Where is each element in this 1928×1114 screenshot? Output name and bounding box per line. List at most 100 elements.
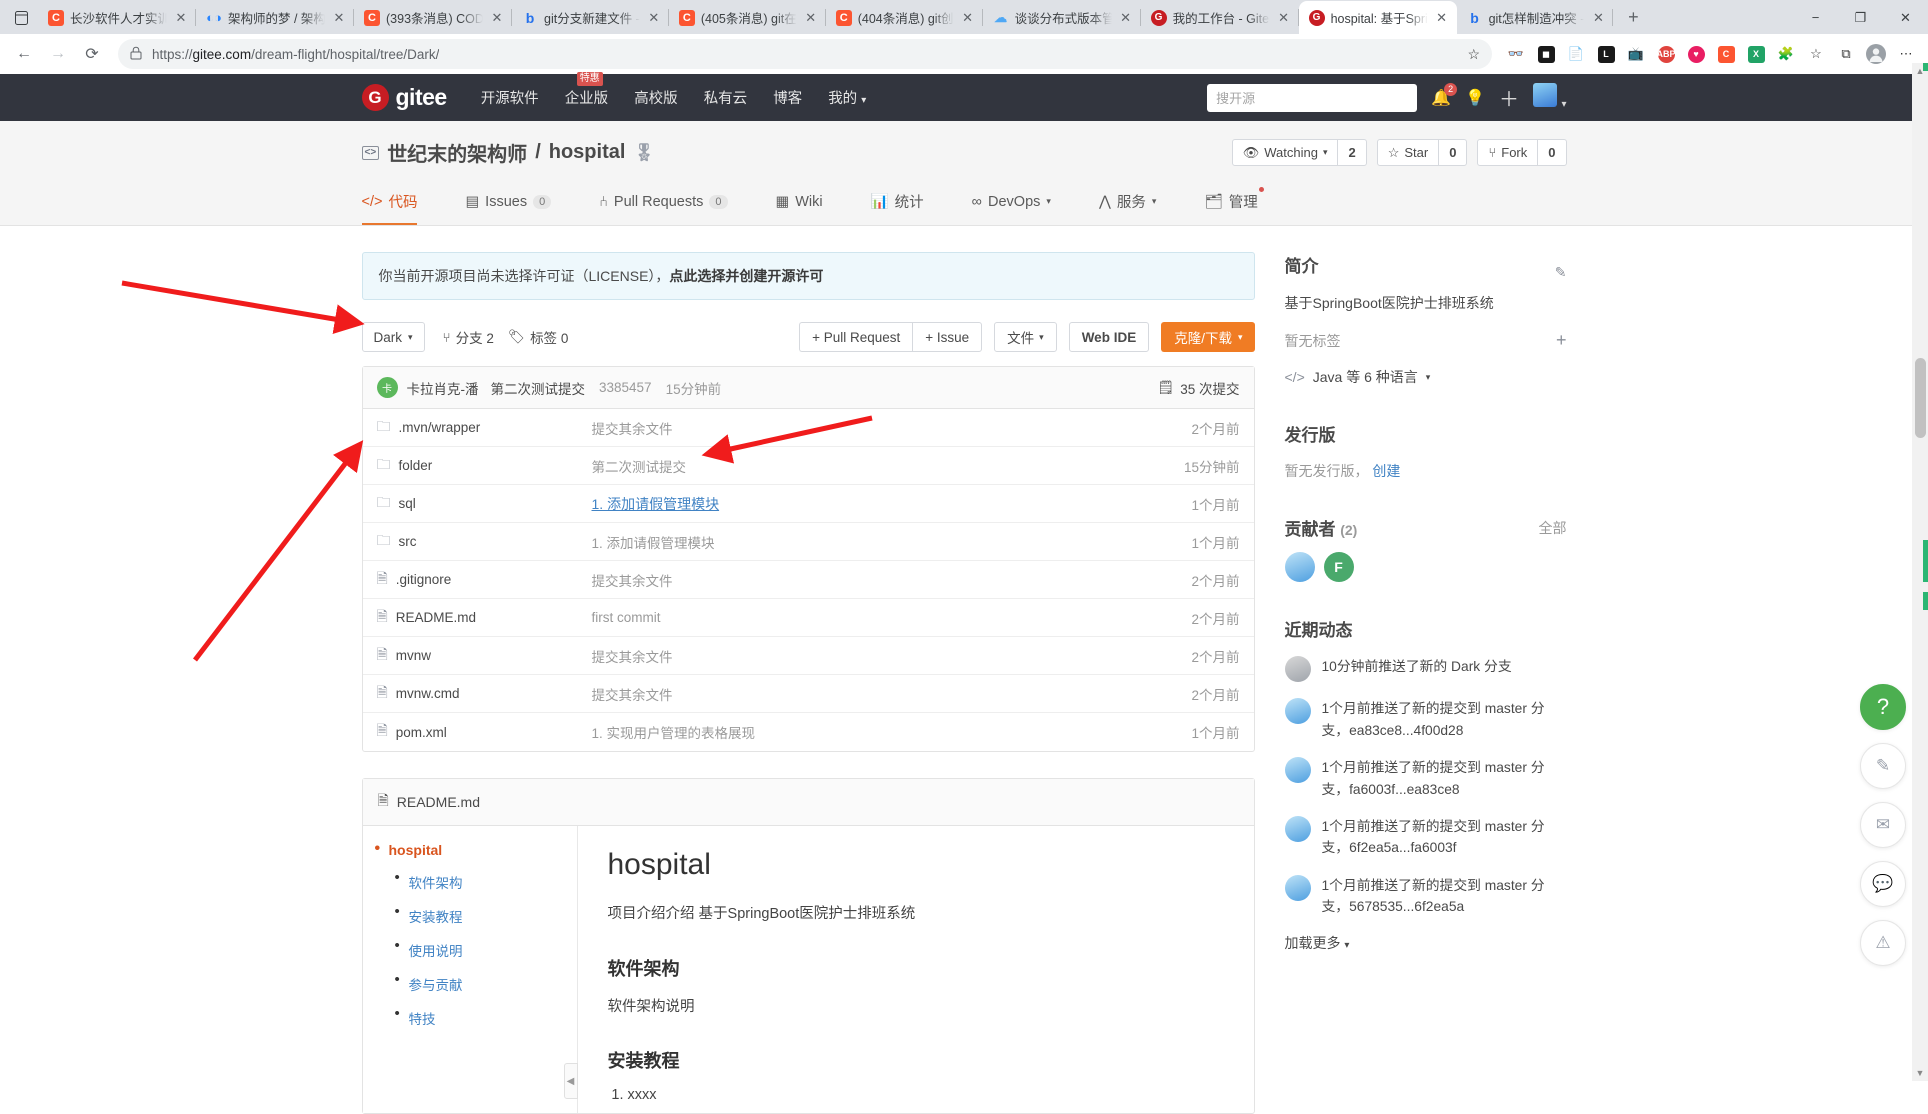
browser-tab[interactable]: C (404条消息) git创 ✕	[826, 1, 983, 34]
commit-count-link[interactable]: 🗒 35 次提交	[1157, 378, 1239, 398]
new-pull-request-button[interactable]: + Pull Request	[799, 322, 912, 352]
extension-csdn-icon[interactable]: C	[1712, 40, 1740, 68]
repo-name-link[interactable]: hospital	[549, 141, 626, 164]
add-collection-icon[interactable]: ⧉	[1832, 40, 1860, 68]
browser-tab[interactable]: b git分支新建文件 - ✕	[512, 1, 669, 34]
browser-tab[interactable]: C (405条消息) git在 ✕	[669, 1, 826, 34]
avatar[interactable]	[1285, 698, 1311, 724]
file-name-cell[interactable]: 🗎README.md	[377, 606, 592, 630]
toc-collapse-handle[interactable]: ◀	[564, 1063, 578, 1099]
extension-excel-icon[interactable]: X	[1742, 40, 1770, 68]
scroll-down-arrow[interactable]: ▼	[1914, 1068, 1926, 1078]
commit-sha[interactable]: 3385457	[599, 380, 652, 395]
watch-button-group[interactable]: 👁 Watching ▾ 2	[1232, 139, 1367, 166]
tab-search-icon[interactable]	[8, 5, 34, 31]
table-row[interactable]: 🗎README.md first commit 2个月前	[363, 599, 1254, 637]
toc-item-tricks[interactable]: 特技	[363, 1008, 577, 1028]
close-icon[interactable]: ✕	[960, 10, 976, 26]
tab-issues[interactable]: ▤ Issues 0	[465, 179, 551, 225]
commit-message[interactable]: 第二次测试提交	[491, 378, 586, 398]
table-row[interactable]: 🗀src 1. 添加请假管理模块 1个月前	[363, 523, 1254, 561]
tab-code[interactable]: </> 代码	[362, 179, 418, 225]
create-release-link[interactable]: 创建	[1372, 463, 1400, 479]
tags-link[interactable]: 🏷 标签 0	[508, 327, 568, 347]
tab-statistics[interactable]: 📊 统计	[871, 179, 924, 225]
toc-item-install[interactable]: 安装教程	[363, 906, 577, 926]
close-icon[interactable]: ✕	[1276, 10, 1292, 26]
extension-eyes-icon[interactable]: 👓	[1502, 40, 1530, 68]
web-ide-button[interactable]: Web IDE	[1069, 322, 1150, 352]
maximize-button[interactable]: ❐	[1838, 1, 1883, 34]
watch-button[interactable]: 👁 Watching ▾	[1233, 140, 1339, 165]
close-icon[interactable]: ✕	[1434, 10, 1450, 26]
nav-item-blog[interactable]: 博客	[773, 87, 802, 108]
table-row[interactable]: 🗀sql 1. 添加请假管理模块 1个月前	[363, 485, 1254, 523]
minimize-button[interactable]: −	[1793, 1, 1838, 34]
edit-icon[interactable]: ✎	[1555, 264, 1567, 281]
tab-pull-requests[interactable]: ⑃ Pull Requests 0	[599, 179, 727, 225]
file-name-cell[interactable]: 🗎.gitignore	[377, 568, 592, 592]
file-name-cell[interactable]: 🗀folder	[377, 454, 592, 478]
close-icon[interactable]: ✕	[646, 10, 662, 26]
browser-tab[interactable]: ◐◑ 架构师的梦 / 架构 ✕	[196, 1, 354, 34]
browser-tab[interactable]: ☁ 谈谈分布式版本管 ✕	[983, 1, 1141, 34]
load-more-button[interactable]: 加载更多 ▾	[1285, 933, 1567, 953]
report-button[interactable]: ⚠	[1860, 920, 1906, 966]
nav-item-opensource[interactable]: 开源软件	[481, 87, 539, 108]
user-avatar[interactable]: ▾	[1533, 83, 1566, 112]
files-dropdown-button[interactable]: 文件 ▾	[994, 322, 1057, 352]
commit-author[interactable]: 卡拉肖克-潘	[407, 378, 479, 398]
back-icon[interactable]: ←	[8, 38, 40, 70]
profile-avatar[interactable]	[1862, 40, 1890, 68]
plus-icon[interactable]: ＋	[1499, 83, 1519, 112]
close-window-button[interactable]: ✕	[1883, 1, 1928, 34]
browser-tab[interactable]: G 我的工作台 - Gitee ✕	[1141, 1, 1299, 34]
table-row[interactable]: 🗎mvnw.cmd 提交其余文件 2个月前	[363, 675, 1254, 713]
extension-l-icon[interactable]: L	[1592, 40, 1620, 68]
browser-tab[interactable]: C 长沙软件人才实训 ✕	[38, 1, 196, 34]
clone-download-button[interactable]: 克隆/下载 ▾	[1161, 322, 1254, 352]
file-name-cell[interactable]: 🗀.mvn/wrapper	[377, 416, 592, 440]
file-name-cell[interactable]: 🗎mvnw.cmd	[377, 682, 592, 706]
nav-item-enterprise[interactable]: 企业版 特惠	[565, 87, 609, 108]
avatar[interactable]	[1285, 757, 1311, 783]
file-name-cell[interactable]: 🗀src	[377, 530, 592, 554]
feedback-button[interactable]: ✎	[1860, 743, 1906, 789]
license-notice-link[interactable]: 点此选择并创建开源许可	[669, 268, 823, 284]
bookmark-star-icon[interactable]: ☆	[1467, 46, 1480, 63]
file-commit-message[interactable]: 1. 添加请假管理模块	[592, 494, 1192, 514]
table-row[interactable]: 🗎mvnw 提交其余文件 2个月前	[363, 637, 1254, 675]
avatar[interactable]	[1285, 656, 1311, 682]
browser-tab-active[interactable]: G hospital: 基于Sprin ✕	[1299, 1, 1457, 34]
scrollbar-thumb[interactable]	[1915, 358, 1926, 438]
close-icon[interactable]: ✕	[803, 10, 819, 26]
toc-item-usage[interactable]: 使用说明	[363, 940, 577, 960]
table-row[interactable]: 🗎.gitignore 提交其余文件 2个月前	[363, 561, 1254, 599]
avatar[interactable]: F	[1324, 552, 1354, 582]
file-name-cell[interactable]: 🗎mvnw	[377, 644, 592, 668]
avatar[interactable]	[1285, 875, 1311, 901]
lightbulb-icon[interactable]: 💡	[1465, 88, 1485, 108]
nav-item-campus[interactable]: 高校版	[634, 87, 678, 108]
star-button-group[interactable]: ☆ Star 0	[1377, 139, 1468, 166]
comment-button[interactable]: 💬	[1860, 861, 1906, 907]
branch-selector[interactable]: Dark ▾	[362, 322, 425, 352]
toc-item-hospital[interactable]: hospital	[363, 842, 577, 858]
fork-button[interactable]: ⑂ Fork	[1478, 140, 1538, 165]
avatar[interactable]	[1285, 816, 1311, 842]
contributors-all-link[interactable]: 全部	[1539, 518, 1567, 538]
search-input[interactable]: 搜开源	[1207, 84, 1417, 112]
tab-wiki[interactable]: ▦ Wiki	[776, 179, 823, 225]
close-icon[interactable]: ✕	[331, 10, 347, 26]
close-icon[interactable]: ✕	[1118, 10, 1134, 26]
forward-icon[interactable]: →	[42, 38, 74, 70]
mail-button[interactable]: ✉	[1860, 802, 1906, 848]
fork-button-group[interactable]: ⑂ Fork 0	[1477, 139, 1566, 166]
add-tag-button[interactable]: +	[1556, 330, 1567, 351]
tab-services[interactable]: ⋀ 服务 ▾	[1099, 179, 1156, 225]
new-issue-button[interactable]: + Issue	[912, 322, 982, 352]
extension-square-icon[interactable]: ◼	[1532, 40, 1560, 68]
table-row[interactable]: 🗀folder 第二次测试提交 15分钟前	[363, 447, 1254, 485]
languages-row[interactable]: </> Java 等 6 种语言 ▾	[1285, 367, 1567, 387]
nav-item-private-cloud[interactable]: 私有云	[704, 87, 748, 108]
